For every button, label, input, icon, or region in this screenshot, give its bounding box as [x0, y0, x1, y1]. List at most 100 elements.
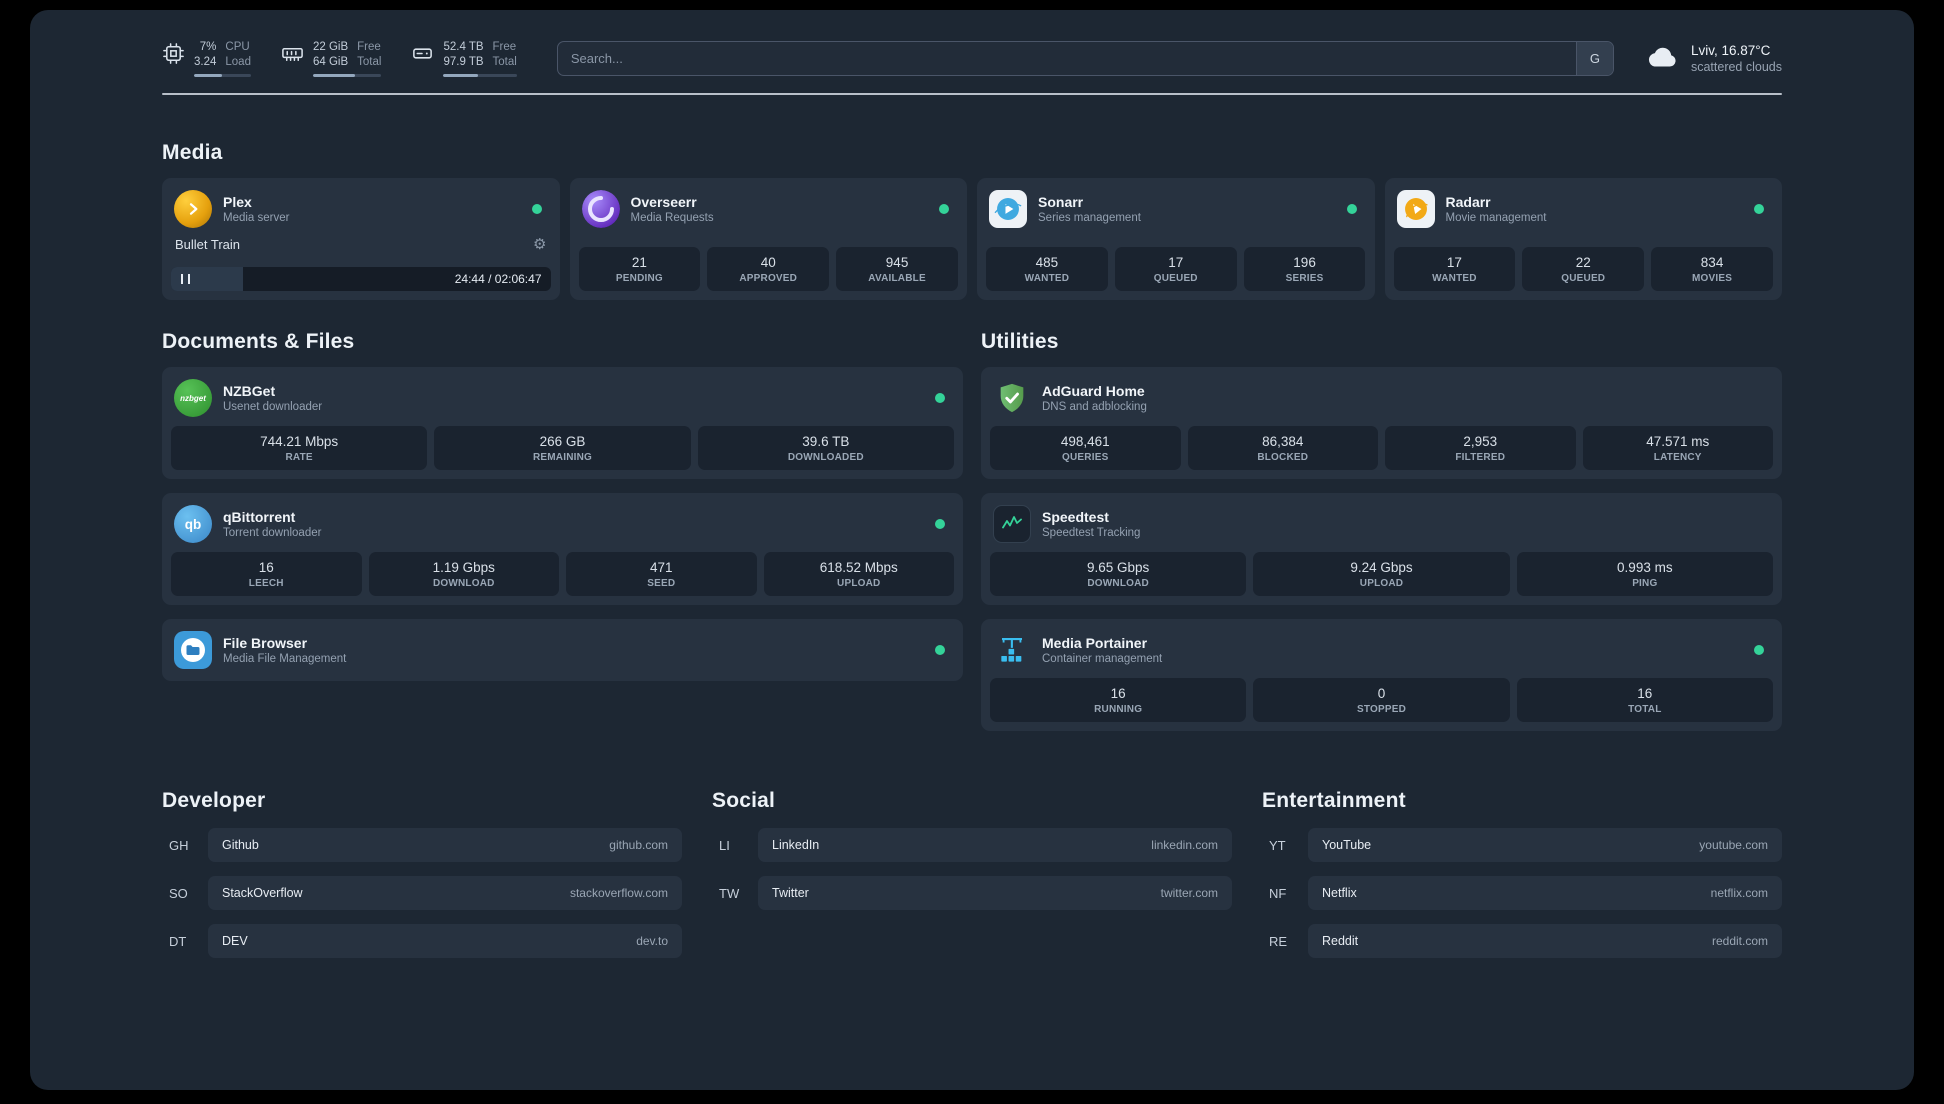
sonarr-icon	[989, 190, 1027, 229]
disk-values: 52.4 TB 97.9 TB	[443, 41, 484, 69]
status-dot	[935, 519, 945, 530]
stat-tile: 485 WANTED	[986, 247, 1108, 292]
stat-tile: 0 STOPPED	[1253, 678, 1510, 723]
service-name: Overseerr	[630, 194, 697, 211]
memory-labels: Free Total	[357, 41, 382, 69]
bookmark-row: LI LinkedIn linkedin.com	[712, 828, 1232, 863]
search-input[interactable]	[557, 42, 1576, 76]
service-description: Movie management	[1445, 212, 1547, 225]
top-bar: 7% 3.24 CPU Load 22 GiB 64 GiB Free Tota…	[162, 40, 1782, 78]
stat-tile: 945 AVAILABLE	[836, 247, 958, 292]
section-media: Media Plex Media server Bullet Train ⚙ 2…	[162, 141, 1782, 301]
player-time: 24:44 / 02:06:47	[454, 272, 542, 287]
bookmark-abbr: DT	[169, 933, 187, 949]
memory-progress-fill	[312, 74, 356, 78]
service-card-portainer[interactable]: Media Portainer Container management 16 …	[981, 619, 1782, 732]
stat-tile: 834 MOVIES	[1651, 247, 1773, 292]
pause-icon[interactable]	[181, 274, 190, 285]
service-description: Media File Management	[223, 653, 347, 666]
bookmark-group-social: Social LI LinkedIn linkedin.com TW Twitt…	[712, 789, 1232, 958]
filebrowser-icon	[174, 631, 212, 670]
service-name: File Browser	[223, 635, 308, 652]
status-dot	[1754, 204, 1764, 215]
service-name: AdGuard Home	[1042, 383, 1145, 400]
stat-tile: 0.993 ms PING	[1516, 552, 1773, 597]
stat-tile: 618.52 Mbps UPLOAD	[763, 552, 954, 597]
gear-icon[interactable]: ⚙	[533, 237, 546, 252]
bookmark-link-reddit[interactable]: Reddit reddit.com	[1308, 924, 1782, 959]
stat-tile: 40 APPROVED	[707, 247, 830, 292]
stat-tile: 9.24 Gbps UPLOAD	[1253, 552, 1510, 597]
bookmark-link-dev[interactable]: DEV dev.to	[208, 924, 682, 959]
nzbget-icon: nzbget	[174, 379, 212, 418]
service-card-adguard[interactable]: AdGuard Home DNS and adblocking 498,461 …	[981, 367, 1782, 480]
service-description: Media Requests	[630, 212, 714, 225]
section-title-documents: Documents & Files	[162, 330, 355, 354]
radarr-icon	[1396, 190, 1435, 229]
stat-tile: 1.19 Gbps DOWNLOAD	[368, 552, 559, 597]
now-playing-title: Bullet Train	[175, 237, 241, 253]
bookmark-link-twitter[interactable]: Twitter twitter.com	[758, 876, 1232, 911]
bookmark-link-linkedin[interactable]: LinkedIn linkedin.com	[758, 828, 1232, 863]
cpu-progress-track	[194, 74, 251, 78]
service-description: Media server	[223, 212, 290, 225]
section-title-social: Social	[712, 789, 776, 813]
service-name: Sonarr	[1038, 194, 1084, 211]
memory-widget: 22 GiB 64 GiB Free Total	[281, 40, 382, 78]
qbittorrent-icon: qb	[174, 505, 212, 544]
service-card-qbittorrent[interactable]: qb qBittorrent Torrent downloader 16 LEE…	[162, 493, 963, 606]
service-name: Speedtest	[1042, 509, 1109, 526]
bookmark-row: RE Reddit reddit.com	[1262, 924, 1782, 959]
stat-tile: 16 LEECH	[171, 552, 362, 597]
bookmark-row: GH Github github.com	[162, 828, 682, 863]
memory-progress-track	[312, 74, 382, 78]
stat-tile: 498,461 QUERIES	[990, 426, 1181, 471]
cloud-icon	[1644, 41, 1680, 76]
bookmark-link-netflix[interactable]: Netflix netflix.com	[1308, 876, 1782, 911]
service-card-filebrowser[interactable]: File Browser Media File Management	[162, 619, 963, 682]
bookmark-abbr: NF	[1269, 885, 1287, 901]
bookmark-abbr: YT	[1269, 837, 1286, 853]
cpu-labels: CPU Load	[225, 41, 251, 69]
stat-tile: 47.571 ms LATENCY	[1582, 426, 1773, 471]
stat-tile: 196 SERIES	[1243, 247, 1366, 292]
weather-condition: scattered clouds	[1690, 60, 1782, 75]
service-card-overseerr[interactable]: Overseerr Media Requests 21 PENDING 40 A…	[569, 178, 967, 301]
service-name: Radarr	[1445, 194, 1491, 211]
service-name: qBittorrent	[223, 509, 296, 526]
bookmark-link-youtube[interactable]: YouTube youtube.com	[1308, 828, 1782, 863]
service-card-sonarr[interactable]: Sonarr Series management 485 WANTED 17 Q…	[977, 178, 1375, 301]
weather-widget: Lviv, 16.87°C scattered clouds	[1644, 41, 1782, 76]
section-title-media: Media	[162, 141, 223, 165]
bookmark-group-entertainment: Entertainment YT YouTube youtube.com NF …	[1262, 789, 1782, 959]
bookmark-abbr: SO	[169, 885, 188, 901]
plex-icon	[174, 190, 212, 229]
bookmark-link-stackoverflow[interactable]: StackOverflow stackoverflow.com	[208, 876, 682, 911]
bookmark-abbr: TW	[719, 885, 740, 901]
section-title-entertainment: Entertainment	[1262, 789, 1406, 813]
section-documents: Documents & Files nzbget NZBGet Usenet d…	[162, 330, 963, 682]
weather-text: Lviv, 16.87°C scattered clouds	[1691, 43, 1782, 74]
disk-widget: 52.4 TB 97.9 TB Free Total	[411, 40, 517, 78]
stat-tile: 16 TOTAL	[1516, 678, 1773, 723]
search-provider-button[interactable]: G	[1575, 42, 1613, 76]
memory-icon	[281, 42, 304, 70]
service-description: Container management	[1042, 653, 1163, 666]
service-card-nzbget[interactable]: nzbget NZBGet Usenet downloader 744.21 M…	[162, 367, 963, 480]
player-progress-bar[interactable]: 24:44 / 02:06:47	[171, 267, 551, 292]
bookmark-row: NF Netflix netflix.com	[1262, 876, 1782, 911]
service-description: Speedtest Tracking	[1042, 527, 1141, 540]
service-card-speedtest[interactable]: Speedtest Speedtest Tracking 9.65 Gbps D…	[981, 493, 1782, 606]
portainer-icon	[993, 631, 1031, 669]
service-card-radarr[interactable]: Radarr Movie management 17 WANTED 22 QUE…	[1384, 178, 1782, 301]
bookmark-link-github[interactable]: Github github.com	[208, 828, 682, 863]
stat-tile: 744.21 Mbps RATE	[171, 426, 428, 471]
overseerr-icon	[581, 190, 620, 229]
section-utilities: Utilities AdGuard Home DNS and adblockin…	[981, 330, 1782, 732]
bookmark-abbr: LI	[719, 837, 730, 853]
service-description: Torrent downloader	[223, 527, 322, 540]
service-card-plex[interactable]: Plex Media server Bullet Train ⚙ 24:44 /…	[162, 178, 560, 301]
service-description: Series management	[1038, 212, 1141, 225]
status-dot	[935, 393, 945, 404]
adguard-icon	[993, 379, 1031, 417]
